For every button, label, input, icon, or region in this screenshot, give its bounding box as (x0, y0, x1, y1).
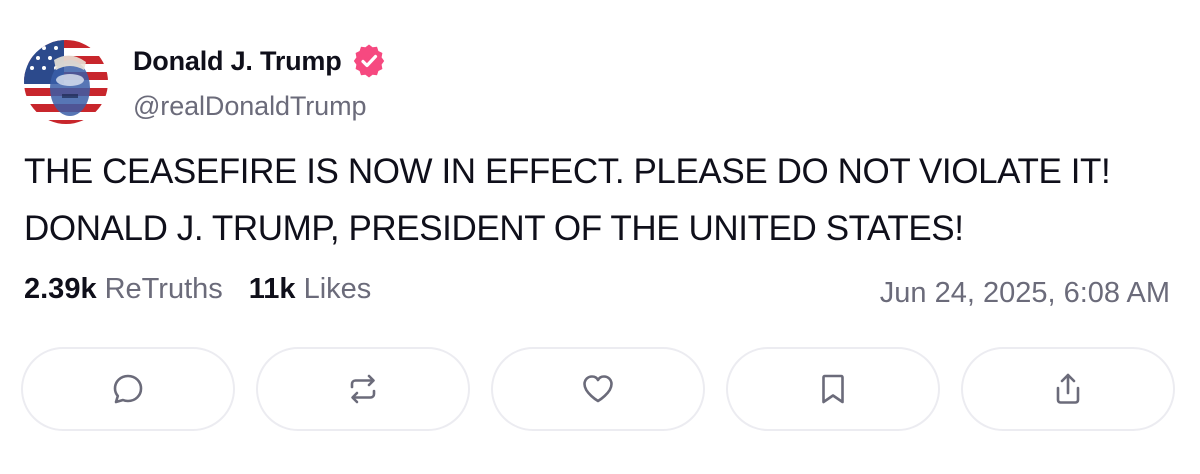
avatar[interactable] (24, 40, 108, 124)
author-name-row: Donald J. Trump (133, 44, 386, 78)
likes-count: 11k (248, 273, 296, 305)
reply-button[interactable] (21, 347, 235, 431)
avatar-flag-portrait-icon (24, 40, 108, 124)
verified-badge-icon (353, 44, 384, 78)
post-text-line: DONALD J. TRUMP, PRESIDENT OF THE UNITED… (24, 209, 964, 248)
post-text: THE CEASEFIRE IS NOW IN EFFECT. PLEASE D… (24, 143, 1174, 257)
author-handle[interactable]: @realDonaldTrump (133, 91, 367, 122)
heart-icon (583, 375, 613, 403)
retruths-count: 2.39k (24, 273, 97, 305)
post-stats: 2.39k ReTruths 11k Likes (24, 273, 397, 306)
share-button[interactable] (961, 347, 1175, 431)
retruth-button[interactable] (256, 347, 470, 431)
comment-icon (113, 374, 143, 404)
retruths-stat[interactable]: 2.39k ReTruths (24, 273, 223, 306)
bookmark-button[interactable] (726, 347, 940, 431)
post-card: Donald J. Trump @realDonaldTrump THE CEA… (0, 0, 1200, 474)
like-button[interactable] (491, 347, 705, 431)
post-timestamp[interactable]: Jun 24, 2025, 6:08 AM (880, 277, 1170, 310)
post-text-line: THE CEASEFIRE IS NOW IN EFFECT. PLEASE D… (24, 152, 1111, 191)
repost-icon (350, 374, 376, 404)
likes-label: Likes (303, 273, 372, 305)
share-icon (1056, 373, 1080, 404)
retruths-label: ReTruths (104, 273, 223, 305)
bookmark-icon (822, 374, 844, 404)
author-display-name[interactable]: Donald J. Trump (133, 46, 342, 77)
likes-stat[interactable]: 11k Likes (249, 273, 372, 306)
